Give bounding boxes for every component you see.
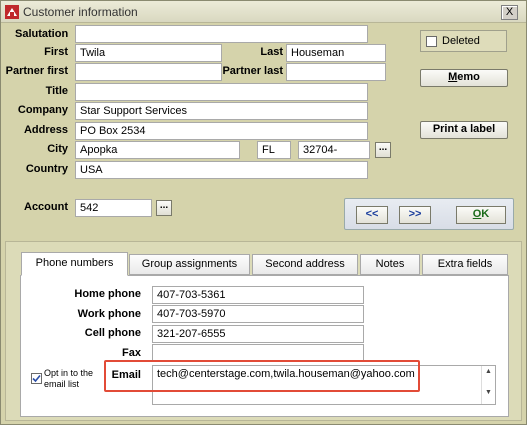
partner-first-input[interactable] — [75, 63, 222, 81]
optin-label: Opt in to the email list — [44, 368, 93, 390]
scroll-down-icon[interactable]: ▼ — [482, 389, 495, 396]
work-phone-input[interactable]: 407-703-5970 — [152, 305, 364, 323]
zip-lookup-button[interactable]: ... — [375, 142, 391, 158]
memo-accel: M — [448, 71, 458, 83]
account-lookup-button[interactable]: ... — [156, 200, 172, 216]
scroll-up-icon[interactable]: ▲ — [482, 368, 495, 375]
close-button[interactable]: X — [501, 5, 518, 20]
fax-label: Fax — [122, 347, 141, 359]
title-input[interactable] — [75, 83, 368, 101]
window-title: Customer information — [23, 5, 138, 19]
optin-checkbox[interactable] — [31, 373, 42, 384]
email-highlight-box — [104, 360, 420, 392]
partner-first-label: Partner first — [5, 65, 68, 77]
previous-record-button[interactable]: << — [356, 206, 388, 224]
partner-last-input[interactable] — [286, 63, 386, 81]
next-record-button[interactable]: >> — [399, 206, 431, 224]
cell-phone-label: Cell phone — [84, 327, 141, 339]
tab-group-assignments[interactable]: Group assignments — [129, 254, 250, 275]
tab-extra-fields[interactable]: Extra fields — [422, 254, 508, 275]
city-input[interactable]: Apopka — [75, 141, 240, 159]
company-input[interactable]: Star Support Services — [75, 102, 368, 120]
title-label: Title — [45, 85, 68, 97]
salutation-label: Salutation — [15, 28, 69, 40]
ok-button[interactable]: OK — [456, 206, 506, 224]
country-label: Country — [25, 163, 68, 175]
email-scrollbar[interactable]: ▲ ▼ — [481, 366, 495, 404]
customer-information-window: Customer information X Salutation First … — [0, 0, 527, 425]
ok-label: K — [481, 208, 490, 220]
app-icon — [5, 5, 19, 19]
last-name-input[interactable]: Houseman — [286, 44, 386, 62]
tab-second-address[interactable]: Second address — [252, 254, 358, 275]
optin-label-line1: Opt in to the — [44, 368, 94, 378]
home-phone-input[interactable]: 407-703-5361 — [152, 286, 364, 304]
title-bar[interactable]: Customer information X — [1, 1, 526, 23]
account-input[interactable]: 542 — [75, 199, 152, 217]
zip-input[interactable]: 32704- — [298, 141, 370, 159]
city-label: City — [47, 143, 68, 155]
ok-accel: O — [472, 208, 482, 220]
cell-phone-input[interactable]: 321-207-6555 — [152, 325, 364, 343]
tab-notes[interactable]: Notes — [360, 254, 420, 275]
last-label: Last — [260, 46, 283, 58]
country-input[interactable]: USA — [75, 161, 368, 179]
company-label: Company — [17, 104, 68, 116]
tab-phone-numbers[interactable]: Phone numbers — [21, 252, 128, 276]
deleted-checkbox-group[interactable]: Deleted — [420, 30, 507, 52]
address-input[interactable]: PO Box 2534 — [75, 122, 368, 140]
deleted-label: Deleted — [442, 35, 480, 47]
navigation-group: << >> OK — [344, 198, 514, 230]
partner-last-label: Partner last — [222, 65, 283, 77]
print-label-button[interactable]: Print a label — [420, 121, 508, 139]
work-phone-label: Work phone — [77, 308, 141, 320]
first-label: First — [44, 46, 68, 58]
state-input[interactable]: FL — [257, 141, 291, 159]
memo-label: emo — [457, 71, 480, 83]
first-name-input[interactable]: Twila — [75, 44, 222, 62]
address-label: Address — [23, 124, 68, 136]
deleted-checkbox[interactable] — [426, 36, 437, 47]
optin-label-line2: email list — [44, 379, 80, 389]
account-label: Account — [24, 201, 68, 213]
home-phone-label: Home phone — [74, 288, 141, 300]
checkmark-icon — [32, 374, 41, 383]
memo-button[interactable]: Memo — [420, 69, 508, 87]
salutation-input[interactable] — [75, 25, 368, 43]
